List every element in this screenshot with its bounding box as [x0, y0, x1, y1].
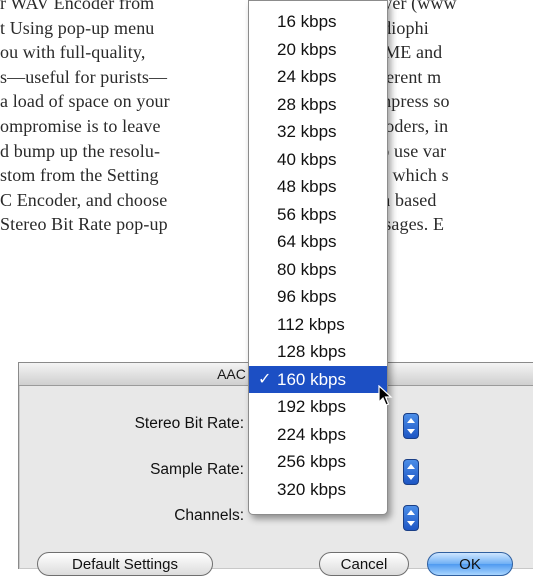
- menu-item-label: 20 kbps: [277, 39, 337, 59]
- menu-item-bit-rate[interactable]: 112 kbps: [249, 311, 387, 338]
- book-line: C Encoder, and choose: [0, 189, 168, 210]
- menu-item-bit-rate[interactable]: 48 kbps: [249, 173, 387, 200]
- default-settings-button[interactable]: Default Settings: [37, 552, 213, 576]
- menu-item-label: 56 kbps: [277, 204, 337, 224]
- menu-item-label: 48 kbps: [277, 177, 337, 196]
- menu-item-bit-rate[interactable]: 40 kbps: [249, 146, 387, 173]
- book-line: Stereo Bit Rate pop-up: [0, 214, 168, 235]
- stereo-bit-rate-popup-arrows-icon[interactable]: [403, 413, 419, 439]
- book-line: s—useful for purists—: [0, 66, 168, 87]
- book-line: t Using pop-up menu: [0, 17, 155, 38]
- menu-item-bit-rate[interactable]: 16 kbps: [249, 8, 387, 35]
- stereo-bit-rate-label: Stereo Bit Rate:: [134, 415, 244, 432]
- menu-item-bit-rate[interactable]: 64 kbps: [249, 228, 387, 255]
- sample-rate-popup-arrows-icon[interactable]: [403, 459, 419, 485]
- sample-rate-label: Sample Rate:: [150, 461, 244, 478]
- menu-item-label: 32 kbps: [277, 122, 337, 141]
- book-line: stom from the Setting: [0, 165, 159, 186]
- menu-item-bit-rate[interactable]: 28 kbps: [249, 91, 387, 118]
- ok-button[interactable]: OK: [427, 552, 513, 576]
- menu-item-label: 112 kbps: [277, 314, 345, 334]
- menu-item-label: 40 kbps: [277, 149, 337, 169]
- channels-label: Channels:: [174, 507, 244, 524]
- channels-popup-arrows-icon[interactable]: [403, 505, 419, 531]
- menu-item-label: 128 kbps: [277, 342, 346, 361]
- menu-item-label: 256 kbps: [277, 452, 346, 471]
- book-line: d bump up the resolu-: [0, 140, 161, 161]
- menu-item-bit-rate[interactable]: 56 kbps: [249, 201, 387, 228]
- cancel-button[interactable]: Cancel: [319, 552, 409, 576]
- menu-item-bit-rate[interactable]: 32 kbps: [249, 118, 387, 145]
- menu-item-bit-rate[interactable]: 24 kbps: [249, 63, 387, 90]
- menu-item-label: 160 kbps: [277, 369, 346, 389]
- book-line: ompromise is to leave: [0, 116, 161, 136]
- book-line: a load of space on your: [0, 91, 170, 112]
- menu-item-label: 28 kbps: [277, 94, 337, 114]
- menu-item-label: 24 kbps: [277, 67, 337, 86]
- menu-item-bit-rate[interactable]: 256 kbps: [249, 448, 387, 475]
- menu-item-bit-rate[interactable]: 20 kbps: [249, 36, 387, 63]
- menu-item-bit-rate[interactable]: 320 kbps: [249, 476, 387, 503]
- menu-item-bit-rate[interactable]: 96 kbps: [249, 283, 387, 310]
- menu-item-label: 192 kbps: [277, 397, 346, 416]
- checkmark-icon: ✓: [258, 370, 272, 388]
- bit-rate-popup-menu[interactable]: 16 kbps 20 kbps 24 kbps 28 kbps 32 kbps 40 kb…: [248, 0, 388, 515]
- menu-item-label: 320 kbps: [277, 479, 346, 499]
- menu-item-bit-rate[interactable]: ✓ 160 kbps: [249, 365, 387, 393]
- menu-item-label: 96 kbps: [277, 287, 337, 306]
- menu-item-label: 16 kbps: [277, 12, 337, 31]
- menu-item-bit-rate[interactable]: 128 kbps: [249, 338, 387, 365]
- menu-item-bit-rate[interactable]: 80 kbps: [249, 256, 387, 283]
- book-line: r WAV Encoder from: [0, 0, 155, 13]
- book-line: ou with full-quality,: [0, 42, 146, 63]
- menu-item-label: 80 kbps: [277, 259, 337, 279]
- menu-item-bit-rate[interactable]: 192 kbps: [249, 393, 387, 420]
- mouse-pointer-icon: [378, 385, 393, 406]
- menu-item-label: 224 kbps: [277, 424, 346, 444]
- menu-item-label: 64 kbps: [277, 232, 337, 251]
- menu-item-bit-rate[interactable]: 224 kbps: [249, 421, 387, 448]
